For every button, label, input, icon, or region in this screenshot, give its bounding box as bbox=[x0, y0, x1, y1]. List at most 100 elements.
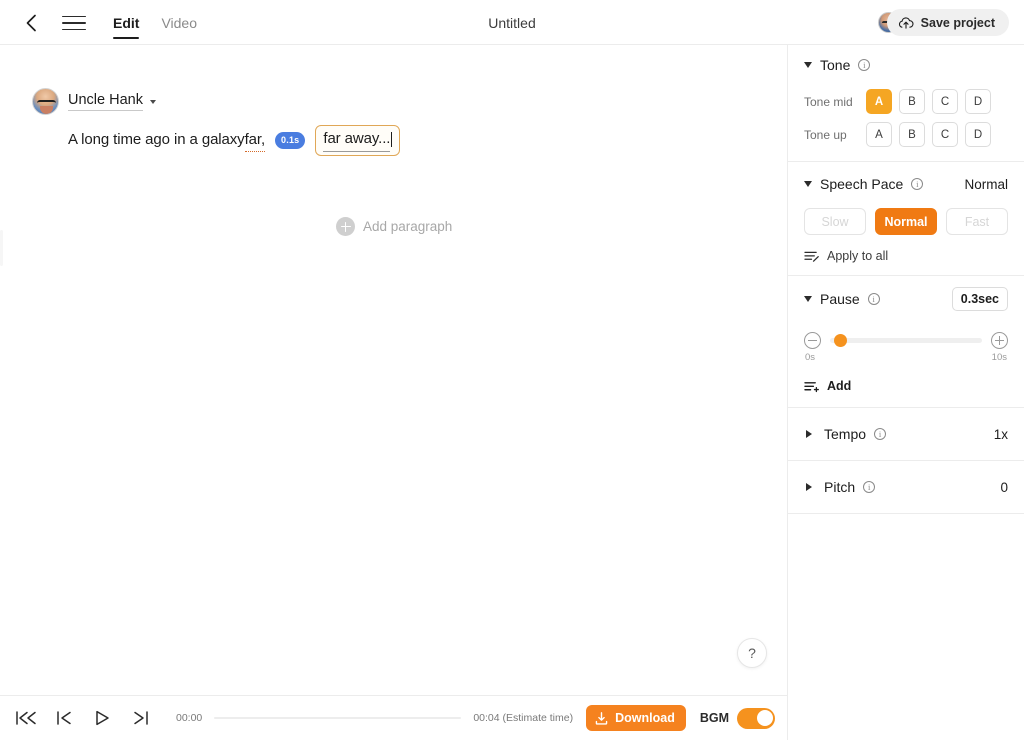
save-project-label: Save project bbox=[920, 15, 995, 30]
pause-value-input[interactable]: 0.3sec bbox=[951, 287, 1008, 311]
pace-option-fast[interactable]: Fast bbox=[946, 208, 1008, 235]
properties-panel: Tone i Tone mid A B C D Tone up A B C D bbox=[787, 45, 1024, 740]
skip-to-start-icon bbox=[16, 711, 36, 725]
pause-slider-track[interactable] bbox=[830, 334, 982, 347]
help-button[interactable]: ? bbox=[737, 638, 767, 668]
tempo-section: Tempo i 1x bbox=[788, 408, 1024, 460]
minus-circle-icon[interactable] bbox=[804, 332, 821, 349]
tone-mid-options: A B C D bbox=[866, 89, 991, 114]
hamburger-line bbox=[62, 22, 86, 24]
previous-button[interactable] bbox=[52, 706, 76, 730]
selected-text-chip[interactable]: far away... bbox=[315, 125, 401, 156]
pace-option-normal[interactable]: Normal bbox=[875, 208, 937, 235]
play-button[interactable] bbox=[90, 706, 114, 730]
paragraph-row[interactable]: A long time ago in a galaxy far, 0.1s fa… bbox=[68, 125, 401, 156]
top-bar: Edit Video Untitled Save project bbox=[0, 0, 1024, 45]
apply-to-all-button[interactable]: Apply to all bbox=[804, 249, 1008, 263]
pause-slider-scale: 0s 10s bbox=[804, 352, 1008, 363]
plus-circle-icon[interactable] bbox=[991, 332, 1008, 349]
download-label: Download bbox=[615, 711, 675, 725]
tab-video[interactable]: Video bbox=[161, 0, 197, 45]
chevron-down-icon[interactable] bbox=[149, 99, 156, 104]
tone-up-label: Tone up bbox=[804, 127, 847, 142]
plus-circle-icon bbox=[336, 217, 355, 236]
speech-pace-section: Speech Pace i Normal Slow Normal Fast Ap… bbox=[788, 162, 1024, 263]
download-icon bbox=[595, 711, 608, 725]
back-button[interactable] bbox=[18, 10, 44, 36]
triangle-down-icon[interactable] bbox=[804, 296, 812, 302]
tone-up-option-c[interactable]: C bbox=[932, 122, 958, 147]
paragraph-text-before[interactable]: A long time ago in a galaxy bbox=[68, 129, 245, 152]
panel-divider bbox=[788, 513, 1024, 514]
tempo-value: 1x bbox=[993, 426, 1008, 442]
tone-up-option-d[interactable]: D bbox=[965, 122, 991, 147]
apply-to-all-icon bbox=[804, 251, 819, 262]
triangle-right-icon[interactable] bbox=[806, 430, 812, 438]
triangle-down-icon[interactable] bbox=[804, 62, 812, 68]
tempo-title: Tempo bbox=[824, 426, 867, 442]
pause-badge[interactable]: 0.1s bbox=[275, 131, 306, 149]
document-title-text[interactable]: Untitled bbox=[488, 15, 535, 31]
pitch-value: 0 bbox=[1000, 479, 1008, 495]
playback-progress-track[interactable] bbox=[214, 716, 462, 720]
mode-tabs: Edit Video bbox=[113, 0, 197, 45]
pause-section: Pause i 0.3sec 0s 10s Add bbox=[788, 276, 1024, 393]
speaker-avatar[interactable] bbox=[32, 88, 59, 115]
current-time: 00:00 bbox=[176, 712, 203, 724]
pitch-section: Pitch i 0 bbox=[788, 461, 1024, 513]
selected-text[interactable]: far away... bbox=[323, 128, 390, 152]
pace-option-slow[interactable]: Slow bbox=[804, 208, 866, 235]
save-project-button[interactable]: Save project bbox=[886, 9, 1009, 36]
add-paragraph-label: Add paragraph bbox=[363, 219, 453, 234]
pause-slider-thumb[interactable] bbox=[834, 334, 848, 347]
info-icon[interactable]: i bbox=[858, 59, 871, 71]
bgm-label: BGM bbox=[699, 711, 729, 725]
tone-up-option-a[interactable]: A bbox=[866, 122, 892, 147]
tone-section-header[interactable]: Tone i bbox=[804, 45, 1008, 85]
tone-mid-option-c[interactable]: C bbox=[932, 89, 958, 114]
tone-up-row: Tone up A B C D bbox=[804, 118, 1008, 151]
tone-up-options: A B C D bbox=[866, 122, 991, 147]
add-paragraph-button[interactable]: Add paragraph bbox=[336, 217, 452, 236]
info-icon[interactable]: i bbox=[863, 481, 876, 493]
pause-title: Pause bbox=[820, 291, 860, 307]
transport-controls bbox=[14, 706, 152, 730]
tone-mid-option-b[interactable]: B bbox=[899, 89, 925, 114]
tone-mid-option-d[interactable]: D bbox=[965, 89, 991, 114]
pitch-header[interactable]: Pitch i 0 bbox=[804, 461, 1008, 513]
add-pause-button[interactable]: Add bbox=[804, 379, 1008, 393]
triangle-down-icon[interactable] bbox=[804, 181, 812, 187]
hamburger-menu-button[interactable] bbox=[62, 12, 86, 34]
pause-slider-max-label: 10s bbox=[991, 352, 1007, 363]
info-icon[interactable]: i bbox=[867, 293, 880, 305]
help-icon: ? bbox=[748, 645, 756, 661]
next-button[interactable] bbox=[128, 706, 152, 730]
bgm-toggle[interactable] bbox=[737, 707, 775, 729]
skip-to-start-button[interactable] bbox=[14, 706, 38, 730]
scroll-indicator[interactable] bbox=[0, 230, 3, 266]
speaker-name[interactable]: Uncle Hank bbox=[68, 92, 143, 111]
tone-mid-label: Tone mid bbox=[804, 94, 853, 109]
tone-mid-option-a[interactable]: A bbox=[866, 89, 892, 114]
info-icon[interactable]: i bbox=[874, 428, 887, 440]
hamburger-line bbox=[62, 28, 86, 31]
editor-canvas[interactable]: Uncle Hank A long time ago in a galaxy f… bbox=[0, 45, 787, 695]
tone-mid-row: Tone mid A B C D bbox=[804, 85, 1008, 118]
tone-up-option-b[interactable]: B bbox=[899, 122, 925, 147]
app-root: Edit Video Untitled Save project Uncle H… bbox=[0, 0, 1024, 740]
tab-video-label: Video bbox=[161, 14, 198, 31]
speech-pace-header[interactable]: Speech Pace i Normal bbox=[804, 162, 1008, 206]
triangle-right-icon[interactable] bbox=[806, 483, 812, 491]
text-caret bbox=[391, 132, 393, 148]
tab-edit[interactable]: Edit bbox=[113, 0, 140, 45]
download-button[interactable]: Download bbox=[586, 705, 686, 731]
cloud-upload-icon bbox=[898, 16, 914, 29]
pause-header[interactable]: Pause i 0.3sec bbox=[804, 276, 1008, 322]
tempo-header[interactable]: Tempo i 1x bbox=[804, 408, 1008, 460]
apply-to-all-label: Apply to all bbox=[827, 249, 889, 263]
info-icon[interactable]: i bbox=[911, 178, 924, 190]
step-backward-icon bbox=[56, 711, 71, 725]
play-icon bbox=[96, 710, 109, 726]
tone-title: Tone bbox=[820, 57, 851, 73]
paragraph-word-far[interactable]: far, bbox=[244, 129, 265, 152]
